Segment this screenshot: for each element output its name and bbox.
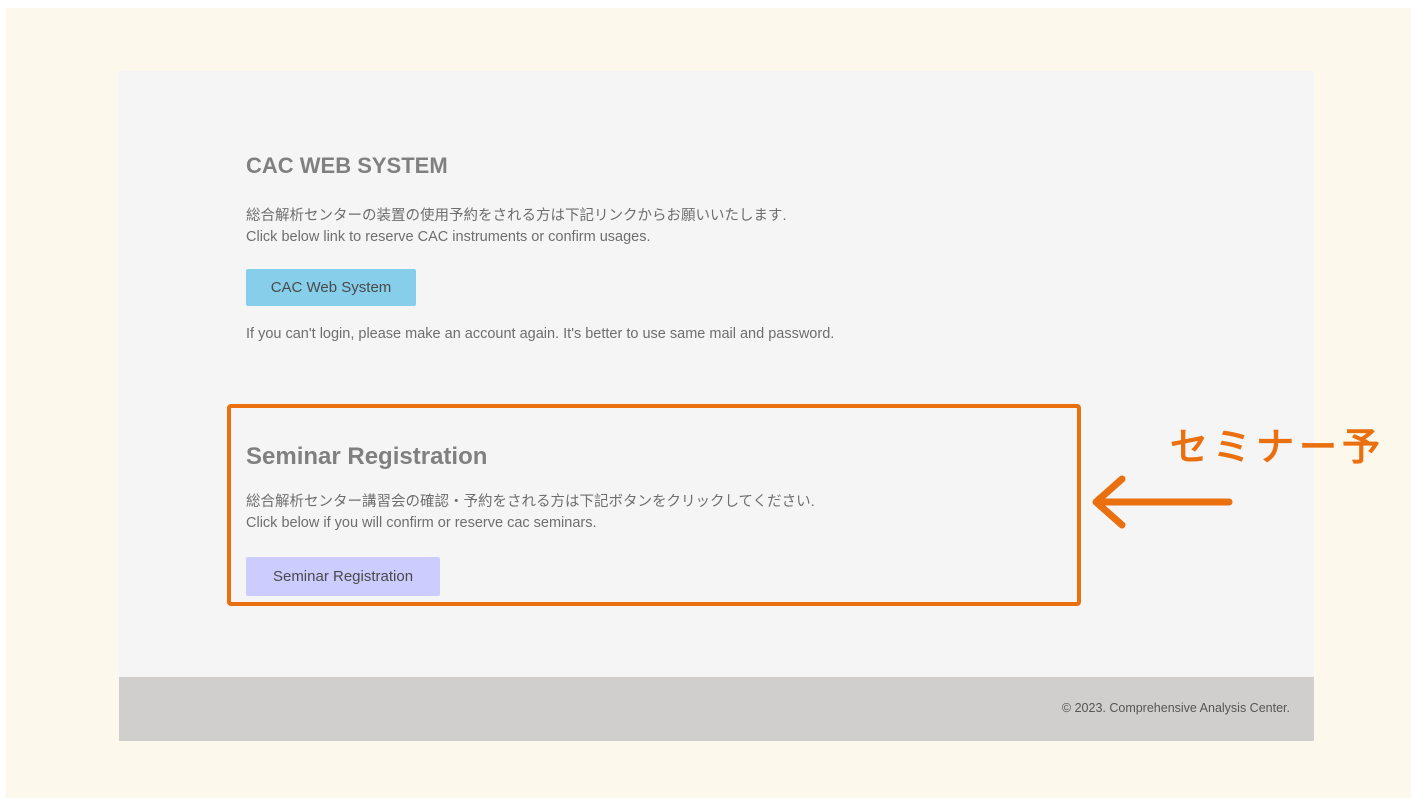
cac-description-en: Click below link to reserve CAC instrume… bbox=[246, 229, 651, 245]
footer-copyright: © 2023. Comprehensive Analysis Center. bbox=[1061, 701, 1290, 715]
seminar-highlight-box bbox=[227, 404, 1081, 606]
cac-section-title: CAC WEB SYSTEM bbox=[246, 153, 448, 178]
annotation-label: セミナー予 bbox=[1170, 425, 1386, 469]
cac-web-system-button[interactable]: CAC Web System bbox=[246, 269, 416, 306]
slide-frame: CAC WEB SYSTEM 総合解析センターの装置の使用予約をされる方は下記リ… bbox=[6, 8, 1411, 798]
page-footer: © 2023. Comprehensive Analysis Center. bbox=[119, 677, 1314, 741]
cac-description-jp: 総合解析センターの装置の使用予約をされる方は下記リンクからお願いいたします. bbox=[246, 208, 787, 224]
cac-login-note: If you can't login, please make an accou… bbox=[246, 326, 835, 342]
left-arrow-icon bbox=[1092, 475, 1233, 529]
